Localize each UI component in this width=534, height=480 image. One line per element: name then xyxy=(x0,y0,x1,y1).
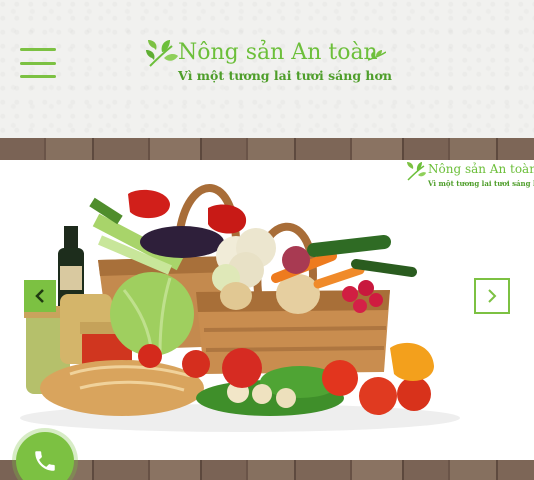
site-header: Nông sản An toàn Vì một tương lai tươi s… xyxy=(0,0,534,138)
logo-title: Nông sản An toàn xyxy=(178,40,378,65)
hamburger-menu-button[interactable] xyxy=(20,48,56,78)
vegetable-basket-photo xyxy=(20,184,460,432)
slider-next-button[interactable] xyxy=(474,278,510,314)
leaf-icon xyxy=(407,162,426,181)
wood-divider-bottom xyxy=(0,460,534,480)
leaf-icon xyxy=(146,40,178,67)
logo-subtitle: Vì một tương lai tươi sáng hơn xyxy=(178,68,392,83)
site-logo[interactable]: Nông sản An toàn Vì một tương lai tươi s… xyxy=(146,38,392,90)
watermark-title: Nông sản An toàn xyxy=(428,162,534,176)
phone-icon xyxy=(35,451,55,471)
hamburger-icon-line xyxy=(20,61,56,65)
hamburger-icon-line xyxy=(20,75,56,78)
watermark-logo: Nông sản An toàn Vì một tương lai tươi s… xyxy=(406,162,534,192)
hero-slider: Nông sản An toàn Vì một tương lai tươi s… xyxy=(0,160,534,460)
wood-divider-top xyxy=(0,138,534,160)
chevron-right-icon xyxy=(488,289,497,303)
leaf-sprig-icon xyxy=(368,50,386,61)
hamburger-icon xyxy=(20,48,56,51)
slider-prev-button[interactable] xyxy=(24,280,56,312)
watermark-subtitle: Vì một tương lai tươi sáng hơn xyxy=(428,179,534,188)
chevron-left-icon xyxy=(35,289,44,303)
